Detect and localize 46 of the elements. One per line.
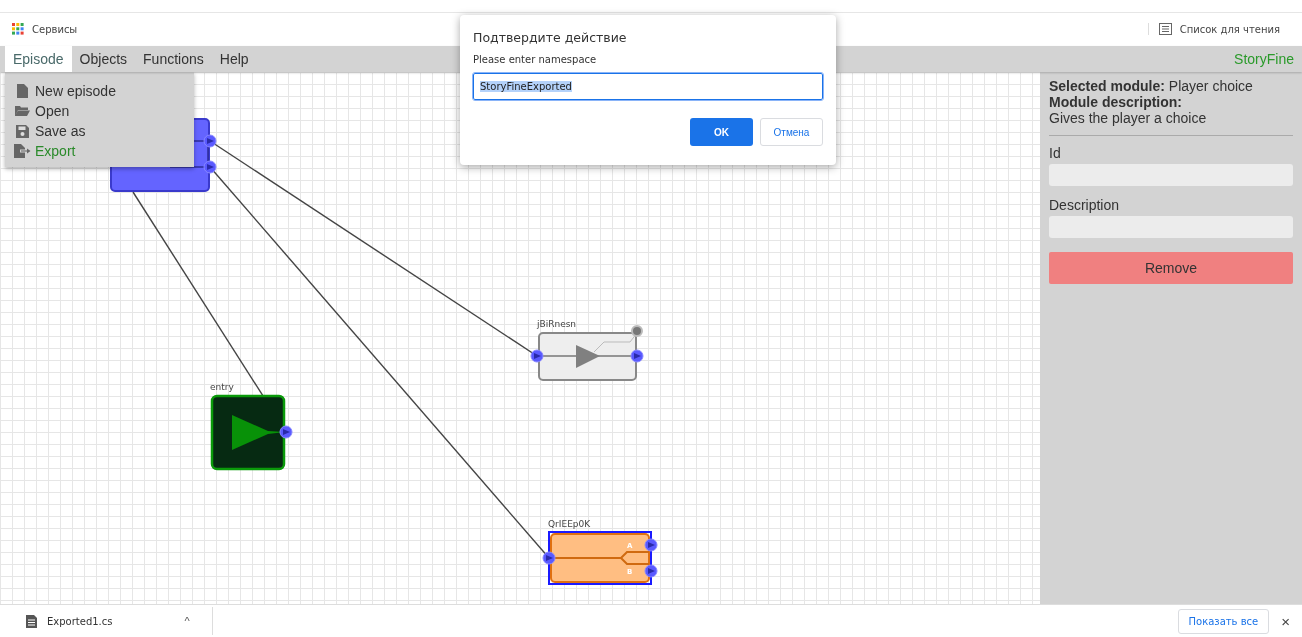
menu-item[interactable]: Help [211,46,257,72]
port-icon[interactable] [644,538,658,552]
selected-module-text: Selected module: Player choice [1049,78,1253,94]
ok-button[interactable]: OK [690,118,753,146]
description-heading: Module description: [1049,94,1182,110]
reading-list-link[interactable]: Список для чтения [1179,23,1280,35]
cancel-button[interactable]: Отмена [760,118,823,146]
menu-item[interactable]: Objects [71,46,136,72]
port-icon[interactable] [279,425,293,439]
node-label: QrIEEp0K [548,519,591,529]
file-export-icon [14,144,31,158]
port-icon[interactable] [530,349,544,363]
port-icon[interactable] [630,349,644,363]
close-button[interactable]: × [1279,612,1292,630]
menu-option[interactable]: New episode [5,81,194,101]
caret-button[interactable]: ^ [180,615,194,627]
remove-button[interactable]: Remove [1049,252,1293,284]
download-file-name[interactable]: Exported1.cs [47,615,113,627]
field-label: Description [1049,196,1120,214]
show-all-button[interactable]: Показать все [1177,608,1270,634]
reading-list-icon[interactable] [1158,23,1172,35]
file-icon [14,84,31,98]
menu-item[interactable]: Functions [135,46,212,72]
file-icon [26,614,37,628]
app-title: StoryFine [1234,51,1295,67]
menu-item[interactable]: Episode [5,46,72,72]
folder-icon [14,105,31,117]
port-icon[interactable] [203,134,217,148]
input-field[interactable] [1049,164,1293,186]
dialog-title: Подтвердите действие [473,30,627,45]
choice-node[interactable] [548,531,652,585]
field-label: Id [1049,144,1061,162]
node-label: jBiRnesn [537,319,577,329]
namespace-field[interactable]: StoryFineExported [473,73,823,100]
module-description: Gives the player a choice [1049,110,1207,126]
apps-link[interactable]: Сервисы [32,23,78,35]
port-icon[interactable] [542,551,556,565]
port-icon[interactable] [203,160,217,174]
entry-node[interactable] [210,394,286,471]
menu-option[interactable]: Save as [5,121,194,141]
node-label: entry [210,382,234,392]
input-field[interactable] [1049,216,1293,238]
dialog-message: Please enter namespace [473,54,597,65]
apps-grid-icon[interactable] [12,23,24,35]
port-icon[interactable] [644,564,658,578]
menu-option[interactable]: Open [5,101,194,121]
